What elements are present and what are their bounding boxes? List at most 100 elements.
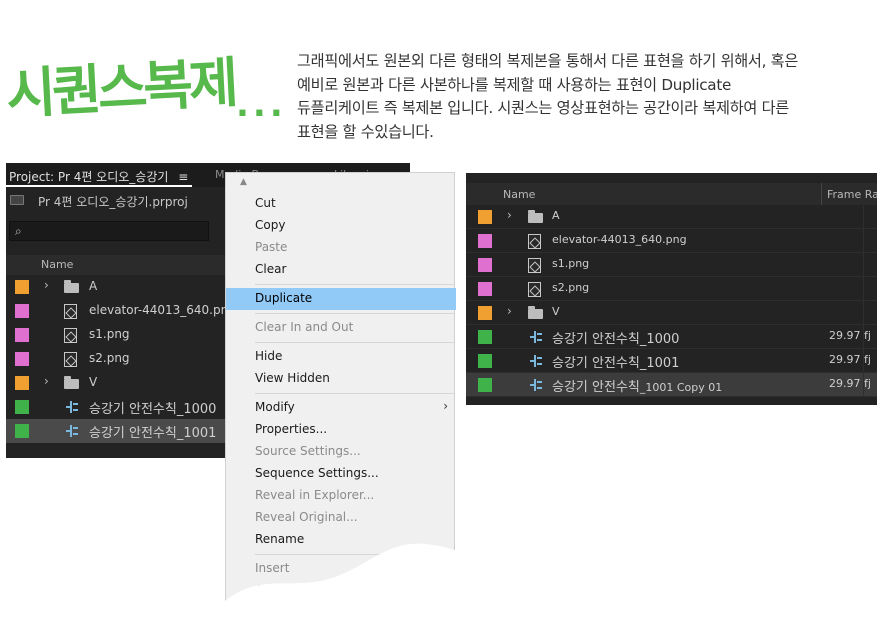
panel-menu-icon[interactable]: ≡ [178, 170, 188, 184]
chevron-right-icon[interactable]: › [44, 374, 49, 388]
menu-item-paste[interactable]: Paste [226, 237, 456, 259]
search-input[interactable]: ⌕ [9, 221, 209, 241]
folder-icon [64, 280, 79, 293]
menu-item-clear[interactable]: Clear [226, 259, 456, 281]
list-item[interactable]: elevator-44013_640.png [466, 229, 877, 253]
label-color-chip [478, 234, 492, 248]
description-line: 듀플리케이트 즉 복제본 입니다. 시퀀스는 영상표현하는 공간이라 복제하여 … [297, 99, 789, 117]
label-color-chip [478, 306, 492, 320]
item-name: A [89, 279, 98, 293]
image-file-icon [528, 234, 541, 249]
label-color-chip [15, 376, 29, 390]
item-name-base: 승강기 안전수칙 [552, 380, 640, 395]
label-color-chip [478, 378, 492, 392]
chevron-right-icon[interactable]: › [507, 304, 512, 318]
project-panel-right: Name Frame Ra › A elevator-44013_640.png… [466, 173, 877, 405]
chevron-right-icon[interactable]: › [507, 208, 512, 222]
item-name: 승강기 안전수칙_1001 Copy 01 [552, 376, 722, 395]
column-divider [863, 277, 864, 301]
menu-item-properties[interactable]: Properties... [226, 419, 456, 441]
menu-separator [255, 342, 455, 343]
image-file-icon [528, 258, 541, 273]
description-line: 그래픽에서도 원본외 다른 형태의 복제본을 통해서 다른 표현을 하기 위해서… [297, 52, 798, 70]
menu-item-cut[interactable]: Cut [226, 193, 456, 215]
chevron-right-icon[interactable]: › [44, 278, 49, 292]
label-color-chip [478, 258, 492, 272]
menu-item-reveal-in-explorer[interactable]: Reveal in Explorer... [226, 485, 456, 507]
item-name: V [89, 375, 98, 389]
list-item[interactable]: s1.png [466, 253, 877, 277]
image-file-icon [64, 304, 77, 319]
label-color-chip [478, 330, 492, 344]
column-divider [863, 253, 864, 277]
sequence-icon [528, 329, 544, 345]
column-divider [863, 229, 864, 253]
item-name: A [552, 209, 560, 222]
item-name-suffix: _1001 Copy 01 [639, 381, 723, 394]
menu-item-clear-in-out[interactable]: Clear In and Out [226, 317, 456, 339]
item-name: 승강기 안전수칙_1000 [89, 402, 217, 417]
column-divider [863, 349, 864, 373]
project-file-name: Pr 4편 오디오_승강기.prproj [38, 195, 188, 209]
page-title: 시퀀스복제 [4, 51, 237, 126]
menu-separator [255, 313, 455, 314]
sequence-icon [528, 377, 544, 393]
column-header[interactable]: Name Frame Ra [466, 183, 877, 205]
item-name: s2.png [552, 281, 590, 294]
folder-icon [528, 306, 543, 319]
label-color-chip [15, 328, 29, 342]
menu-item-reveal-original[interactable]: Reveal Original... [226, 507, 456, 529]
menu-item-duplicate[interactable]: Duplicate [226, 288, 456, 310]
item-name: elevator-44013_640.png [89, 303, 236, 317]
menu-item-sequence-settings[interactable]: Sequence Settings... [226, 463, 456, 485]
tab-project-label: Project: Pr 4편 오디오_승강기 [9, 170, 169, 184]
submenu-arrow-icon: › [443, 399, 448, 413]
folder-icon [64, 376, 79, 389]
search-icon: ⌕ [15, 224, 22, 238]
menu-item-copy[interactable]: Copy [226, 215, 456, 237]
column-divider [863, 325, 864, 349]
label-color-chip [15, 424, 29, 438]
label-color-chip [15, 280, 29, 294]
column-divider [863, 373, 864, 397]
label-color-chip [15, 400, 29, 414]
label-color-chip [15, 352, 29, 366]
list-item[interactable]: › A [466, 205, 877, 229]
list-item-selected[interactable]: 승강기 안전수칙_1001 Copy 01 29.97 fj [466, 373, 877, 397]
tab-project[interactable]: Project: Pr 4편 오디오_승강기 ≡ [6, 163, 193, 187]
list-item[interactable]: 승강기 안전수칙_1001 29.97 fj [466, 349, 877, 373]
image-file-icon [64, 352, 77, 367]
menu-item-modify-label: Modify [255, 400, 295, 414]
list-item[interactable]: s2.png [466, 277, 877, 301]
item-name: elevator-44013_640.png [552, 233, 687, 246]
label-color-chip [15, 304, 29, 318]
column-name-label: Name [503, 188, 536, 201]
project-items-list: › A elevator-44013_640.png s1.png s2.png… [466, 205, 877, 397]
menu-item-hide[interactable]: Hide [226, 346, 456, 368]
list-item[interactable]: 승강기 안전수칙_1000 29.97 fj [466, 325, 877, 349]
item-name: 승강기 안전수칙_1000 [552, 332, 680, 347]
description-line: 표현을 할 수있습니다. [297, 122, 434, 141]
frame-rate-value: 29.97 fj [829, 377, 871, 390]
item-name: 승강기 안전수칙_1001 [552, 356, 680, 371]
item-name: s1.png [552, 257, 590, 270]
column-divider[interactable] [821, 183, 822, 205]
item-name: V [552, 305, 560, 318]
image-file-icon [64, 328, 77, 343]
menu-separator [255, 393, 455, 394]
menu-item-view-hidden[interactable]: View Hidden [226, 368, 456, 390]
decorative-wave [215, 543, 475, 634]
list-item[interactable]: › V [466, 301, 877, 325]
sequence-icon [64, 399, 80, 415]
project-file-icon [10, 195, 24, 205]
frame-rate-value: 29.97 fj [829, 353, 871, 366]
column-divider [863, 301, 864, 325]
menu-item-source-settings[interactable]: Source Settings... [226, 441, 456, 463]
column-frame-rate-label: Frame Ra [827, 188, 877, 201]
label-color-chip [478, 282, 492, 296]
title-ellipsis: ... [236, 85, 287, 125]
scroll-up-icon[interactable]: ▲ [240, 177, 247, 187]
item-name: 승강기 안전수칙_1001 [89, 426, 217, 441]
menu-item-modify[interactable]: Modify › [226, 397, 456, 419]
column-name-label: Name [41, 258, 74, 271]
